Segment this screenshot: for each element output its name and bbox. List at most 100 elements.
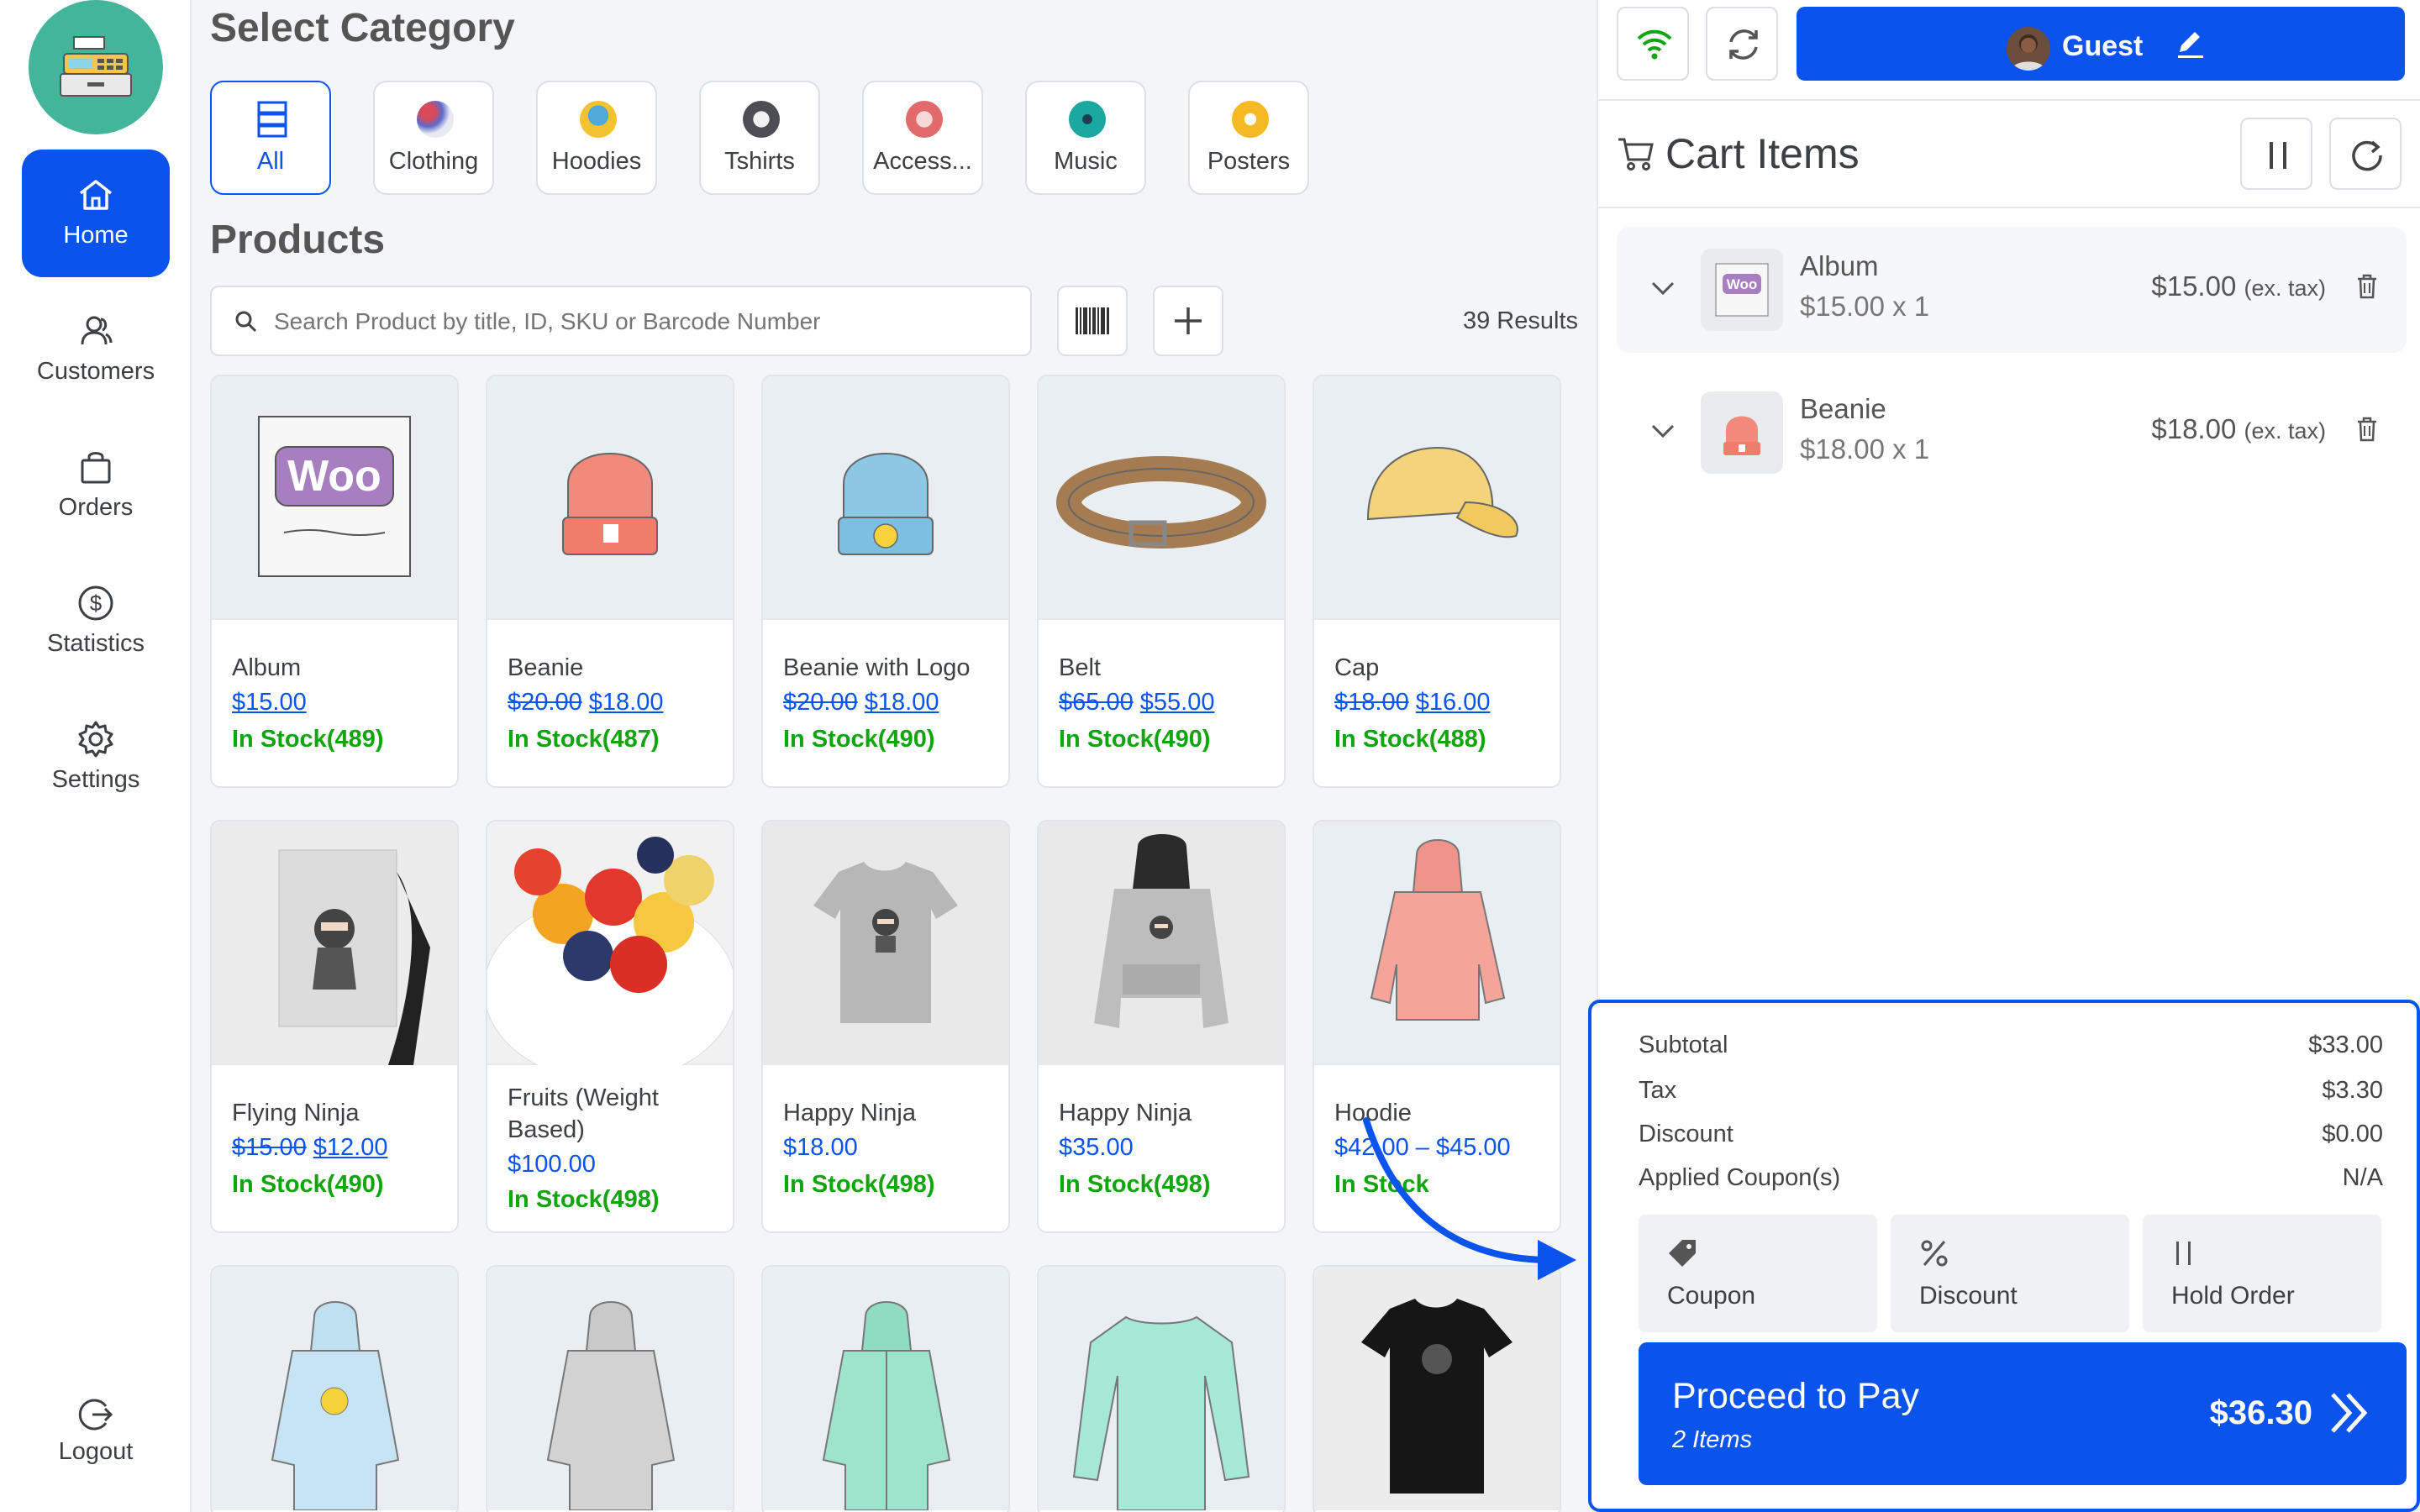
double-chevron-right-icon: [2331, 1393, 2368, 1433]
product-card[interactable]: [210, 1265, 459, 1512]
tag-icon: [1669, 1240, 1696, 1267]
current-price: $18.00: [864, 689, 939, 716]
stock-status: In Stock(487): [508, 726, 660, 753]
discount-label: Discount: [1639, 1121, 1733, 1147]
product-card[interactable]: Cap $18.00 $16.00 In Stock(488): [1313, 375, 1561, 788]
logout-button[interactable]: Logout: [22, 1378, 170, 1478]
nav-statistics-label: Statistics: [46, 630, 145, 657]
product-card[interactable]: Hoodie $42.00 – $45.00 In Stock: [1313, 820, 1561, 1233]
product-name: Cap: [1334, 654, 1380, 681]
chevron-down-icon[interactable]: [1649, 417, 1677, 445]
product-card[interactable]: Happy Ninja $35.00 In Stock(498): [1037, 820, 1286, 1233]
nav-home[interactable]: Home: [22, 150, 170, 277]
search-input[interactable]: [274, 302, 1013, 341]
wifi-icon: [1637, 29, 1672, 60]
category-label: All: [256, 148, 285, 175]
order-summary: Subtotal $33.00 Tax $3.30 Discount $0.00 Ap…: [1588, 1000, 2420, 1512]
cart-line-item[interactable]: Beanie $18.00 x 1 $18.00 (ex. tax): [1617, 370, 2407, 496]
glasses-thumb-icon: [906, 101, 943, 138]
product-card[interactable]: Flying Ninja $15.00 $12.00 In Stock(490): [210, 820, 459, 1233]
product-image-cap: [1314, 376, 1560, 620]
hold-order-button[interactable]: Hold Order: [2143, 1215, 2381, 1332]
cart-item-qty: $15.00 x 1: [1800, 291, 1930, 322]
chevron-down-icon[interactable]: [1649, 274, 1677, 302]
avatar: [2007, 27, 2050, 71]
proceed-to-pay-button[interactable]: Proceed to Pay 2 Items $36.30: [1639, 1342, 2407, 1485]
barcode-scan-button[interactable]: [1057, 286, 1128, 356]
category-music[interactable]: Music: [1025, 81, 1146, 195]
hold-cart-button[interactable]: [2240, 118, 2312, 190]
current-price: $35.00: [1059, 1134, 1134, 1161]
customer-name: Guest: [2062, 30, 2144, 62]
poster-thumb-icon: [1232, 101, 1269, 138]
coupon-button[interactable]: Coupon: [1639, 1215, 1877, 1332]
nav-statistics[interactable]: $ Statistics: [22, 558, 170, 685]
category-accessories[interactable]: Access...: [862, 81, 983, 195]
cart-item-name: Beanie: [1800, 393, 1886, 424]
product-card[interactable]: Beanie $20.00 $18.00 In Stock(487): [486, 375, 734, 788]
product-image-belt: [1039, 376, 1284, 620]
pay-amount: $36.30: [2209, 1394, 2312, 1431]
customer-selector-button[interactable]: Guest: [1797, 7, 2405, 81]
product-price: $35.00: [1059, 1134, 1134, 1162]
product-card[interactable]: Woo Album $15.00 In Stock(489): [210, 375, 459, 788]
connection-button[interactable]: [1617, 7, 1689, 81]
logout-label: Logout: [58, 1438, 134, 1465]
add-product-button[interactable]: [1153, 286, 1223, 356]
product-card[interactable]: [486, 1265, 734, 1512]
hold-order-label: Hold Order: [2171, 1282, 2295, 1310]
cart-icon: [1618, 138, 1654, 171]
category-all[interactable]: All: [210, 81, 331, 195]
tax-row: Tax $3.30: [1639, 1077, 2383, 1105]
reset-cart-button[interactable]: [2329, 118, 2402, 190]
discount-button[interactable]: Discount: [1891, 1215, 2129, 1332]
product-card[interactable]: [1313, 1265, 1561, 1512]
subtotal-row: Subtotal $33.00: [1639, 1032, 2383, 1059]
product-search: [210, 286, 1032, 356]
products-heading: Products: [210, 218, 386, 262]
category-label: Hoodies: [551, 148, 642, 175]
cart-title: Cart Items: [1665, 130, 1860, 177]
product-name: Happy Ninja: [783, 1100, 916, 1126]
subtotal-label: Subtotal: [1639, 1032, 1728, 1058]
product-name: Hoodie: [1334, 1100, 1412, 1126]
music-thumb-icon: [1069, 101, 1106, 138]
product-card[interactable]: Happy Ninja $18.00 In Stock(498): [761, 820, 1010, 1233]
sync-button[interactable]: [1706, 7, 1778, 81]
nav-customers-label: Customers: [36, 358, 155, 385]
cart-item-total: $18.00 (ex. tax): [2151, 413, 2326, 445]
product-card[interactable]: [761, 1265, 1010, 1512]
product-image-hoodie-grey: [487, 1267, 733, 1510]
trash-icon[interactable]: [2353, 415, 2381, 444]
product-card[interactable]: Beanie with Logo $20.00 $18.00 In Stock(…: [761, 375, 1010, 788]
dollar-icon: $: [78, 585, 113, 621]
subtotal-value: $33.00: [2308, 1032, 2383, 1058]
product-name: Flying Ninja: [232, 1100, 360, 1126]
home-icon: [79, 180, 113, 210]
divider: [1598, 99, 2420, 101]
product-card[interactable]: Fruits (Weight Based) $100.00 In Stock(4…: [486, 820, 734, 1233]
product-card[interactable]: [1037, 1265, 1286, 1512]
svg-text:Woo: Woo: [1727, 276, 1758, 292]
nav-orders[interactable]: Orders: [22, 422, 170, 549]
category-heading: Select Category: [210, 6, 515, 50]
nav-settings[interactable]: Settings: [22, 694, 170, 822]
category-tshirts[interactable]: Tshirts: [699, 81, 820, 195]
stock-status: In Stock(490): [783, 726, 935, 753]
nav-orders-label: Orders: [58, 494, 134, 521]
category-posters[interactable]: Posters: [1188, 81, 1309, 195]
nav-settings-label: Settings: [51, 766, 140, 793]
product-name: Happy Ninja: [1059, 1100, 1192, 1126]
current-price: $18.00: [783, 1134, 858, 1161]
category-hoodies[interactable]: Hoodies: [536, 81, 657, 195]
product-card[interactable]: Belt $65.00 $55.00 In Stock(490): [1037, 375, 1286, 788]
coupons-value: N/A: [2342, 1164, 2383, 1191]
category-clothing[interactable]: Clothing: [373, 81, 494, 195]
product-name: Beanie with Logo: [783, 654, 971, 681]
trash-icon[interactable]: [2353, 272, 2381, 301]
coupons-label: Applied Coupon(s): [1639, 1164, 1841, 1191]
tax-note: (ex. tax): [2244, 276, 2326, 301]
nav-customers[interactable]: Customers: [22, 286, 170, 413]
cart-item-total: $15.00 (ex. tax): [2151, 270, 2326, 302]
cart-line-item[interactable]: Woo Album $15.00 x 1 $15.00 (ex. tax): [1617, 227, 2407, 353]
